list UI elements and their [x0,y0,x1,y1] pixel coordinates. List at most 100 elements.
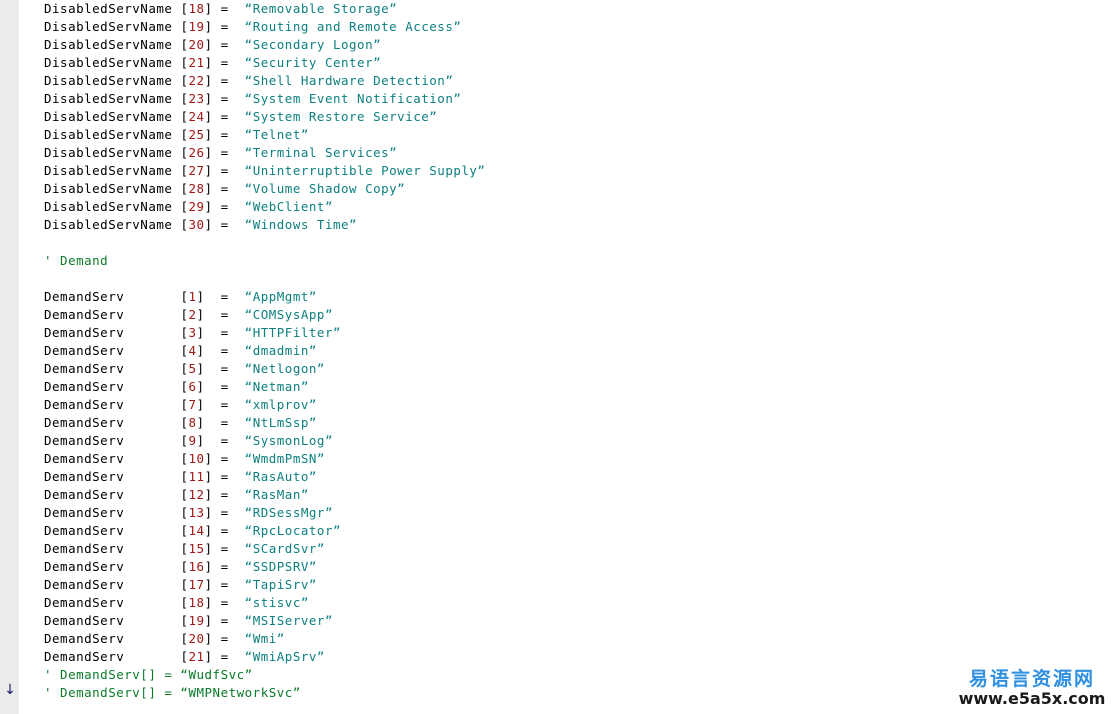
code-line-assignment[interactable]: DemandServ [5] = “Netlogon” [44,360,325,378]
code-line-comment[interactable]: ' DemandServ[] = “WudfSvc” [44,666,253,684]
code-line-assignment[interactable]: DemandServ [6] = “Netman” [44,378,309,396]
array-index: 20 [188,37,205,52]
string-literal: “SCardSvr” [236,541,325,556]
variable-name: DemandServ [44,325,125,340]
spacer: [ [124,649,189,664]
string-literal: “Netman” [236,379,309,394]
variable-name: DemandServ [44,595,125,610]
assignment-operator: ] = [196,343,237,358]
string-literal: “RasAuto” [236,469,317,484]
spacer: [ [172,145,189,160]
code-line-comment[interactable]: ' DemandServ[] = “WMPNetworkSvc” [44,684,301,702]
spacer: [ [124,379,189,394]
code-line-assignment[interactable]: DisabledServName [25] = “Telnet” [44,126,309,144]
code-line-assignment[interactable]: DemandServ [17] = “TapiSrv” [44,576,317,594]
code-line-assignment[interactable]: DemandServ [4] = “dmadmin” [44,342,317,360]
spacer: [ [172,199,189,214]
array-index: 14 [188,523,205,538]
code-line-assignment[interactable]: DemandServ [11] = “RasAuto” [44,468,317,486]
code-line-assignment[interactable]: DemandServ [10] = “WmdmPmSN” [44,450,325,468]
assignment-operator: ] = [196,361,237,376]
spacer: [ [172,181,189,196]
string-literal: “stisvc” [236,595,309,610]
string-literal: “SSDPSRV” [236,559,317,574]
editor-gutter[interactable]: ↓ [0,0,19,714]
string-literal: “System Restore Service” [236,109,438,124]
variable-name: DemandServ [44,487,125,502]
watermark-url: www.e5a5x.com [958,689,1106,708]
variable-name: DisabledServName [44,37,173,52]
array-index: 15 [188,541,205,556]
assignment-operator: ] = [196,397,237,412]
string-literal: “Secondary Logon” [236,37,382,52]
code-line-assignment[interactable]: DisabledServName [21] = “Security Center… [44,54,381,72]
code-line-assignment[interactable]: DemandServ [21] = “WmiApSrv” [44,648,325,666]
code-line-assignment[interactable]: DemandServ [8] = “NtLmSsp” [44,414,317,432]
down-arrow-icon[interactable]: ↓ [2,680,18,700]
assignment-operator: ] = [204,109,237,124]
assignment-operator: ] = [204,523,237,538]
array-index: 30 [188,217,205,232]
spacer: [ [124,343,189,358]
assignment-operator: ] = [196,433,237,448]
code-line-assignment[interactable]: DisabledServName [23] = “System Event No… [44,90,461,108]
code-line-assignment[interactable]: DemandServ [12] = “RasMan” [44,486,309,504]
assignment-operator: ] = [204,631,237,646]
variable-name: DemandServ [44,559,125,574]
assignment-operator: ] = [204,649,237,664]
code-line-assignment[interactable]: DemandServ [18] = “stisvc” [44,594,309,612]
code-line-assignment[interactable]: DemandServ [7] = “xmlprov” [44,396,317,414]
code-line-assignment[interactable]: DemandServ [9] = “SysmonLog” [44,432,333,450]
string-literal: “Netlogon” [236,361,325,376]
assignment-operator: ] = [196,289,237,304]
array-index: 7 [188,397,197,412]
variable-name: DemandServ [44,649,125,664]
assignment-operator: ] = [204,541,237,556]
spacer: [ [124,325,189,340]
comment-text: ' DemandServ[] = “WudfSvc” [44,667,253,682]
variable-name: DemandServ [44,307,125,322]
spacer: [ [172,163,189,178]
code-line-assignment[interactable]: DisabledServName [28] = “Volume Shadow C… [44,180,405,198]
code-line-assignment[interactable]: DisabledServName [18] = “Removable Stora… [44,0,397,18]
spacer: [ [124,415,189,430]
code-line-assignment[interactable]: DemandServ [2] = “COMSysApp” [44,306,333,324]
string-literal: “SysmonLog” [236,433,333,448]
code-line-assignment[interactable]: DisabledServName [20] = “Secondary Logon… [44,36,381,54]
code-line-assignment[interactable]: DemandServ [16] = “SSDPSRV” [44,558,317,576]
array-index: 16 [188,559,205,574]
array-index: 5 [188,361,197,376]
code-line-assignment[interactable]: DisabledServName [27] = “Uninterruptible… [44,162,485,180]
code-editor-surface[interactable]: DisabledServName [18] = “Removable Stora… [19,0,1114,714]
assignment-operator: ] = [204,595,237,610]
code-line-assignment[interactable]: DemandServ [15] = “SCardSvr” [44,540,325,558]
array-index: 1 [188,289,197,304]
code-line-assignment[interactable]: DisabledServName [30] = “Windows Time” [44,216,357,234]
spacer: [ [124,613,189,628]
assignment-operator: ] = [204,1,237,16]
assignment-operator: ] = [196,415,237,430]
code-line-assignment[interactable]: DisabledServName [22] = “Shell Hardware … [44,72,453,90]
string-literal: “MSIServer” [236,613,333,628]
code-line-assignment[interactable]: DisabledServName [24] = “System Restore … [44,108,437,126]
variable-name: DisabledServName [44,73,173,88]
code-line-assignment[interactable]: DisabledServName [26] = “Terminal Servic… [44,144,397,162]
code-line-assignment[interactable]: DisabledServName [29] = “WebClient” [44,198,333,216]
code-line-assignment[interactable]: DemandServ [14] = “RpcLocator” [44,522,341,540]
variable-name: DemandServ [44,469,125,484]
code-line-assignment[interactable]: DemandServ [20] = “Wmi” [44,630,285,648]
variable-name: DemandServ [44,505,125,520]
code-line-assignment[interactable]: DemandServ [1] = “AppMgmt” [44,288,317,306]
assignment-operator: ] = [204,613,237,628]
variable-name: DemandServ [44,613,125,628]
code-line-assignment[interactable]: DisabledServName [19] = “Routing and Rem… [44,18,461,36]
assignment-operator: ] = [204,217,237,232]
spacer: [ [172,127,189,142]
code-line-assignment[interactable]: DemandServ [3] = “HTTPFilter” [44,324,341,342]
code-line-assignment[interactable]: DemandServ [19] = “MSIServer” [44,612,333,630]
variable-name: DemandServ [44,523,125,538]
array-index: 8 [188,415,197,430]
string-literal: “Terminal Services” [236,145,398,160]
code-line-assignment[interactable]: DemandServ [13] = “RDSessMgr” [44,504,333,522]
code-line-comment[interactable]: ' Demand [44,252,108,270]
